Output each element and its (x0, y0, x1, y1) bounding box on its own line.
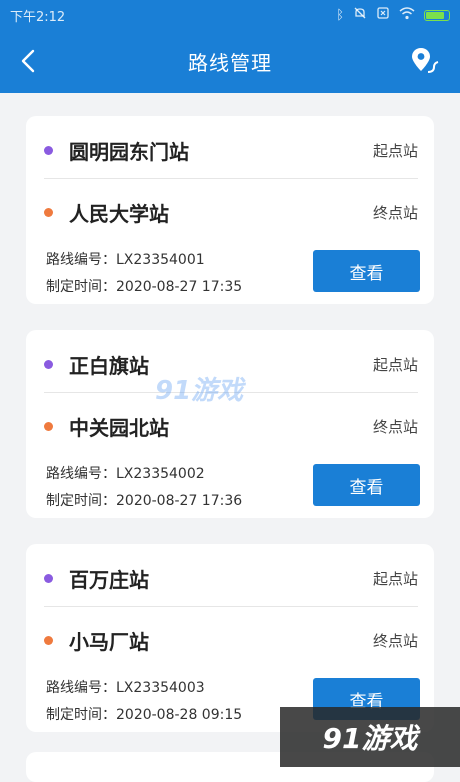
view-button[interactable]: 查看 (313, 464, 420, 506)
start-role-label: 起点站 (372, 355, 418, 374)
start-dot (44, 359, 53, 369)
start-station-name: 百万庄站 (69, 567, 149, 592)
end-station-name: 中关园北站 (69, 415, 169, 440)
page-title: 路线管理 (188, 51, 272, 75)
route-time: 制定时间：2020-08-27 17:35 (46, 279, 243, 295)
view-button[interactable]: 查看 (313, 250, 420, 292)
start-role-label: 起点站 (372, 569, 418, 588)
start-dot (44, 573, 53, 583)
status-icons: ᛒ (336, 6, 450, 24)
end-dot (44, 207, 53, 217)
end-role-label: 终点站 (372, 203, 418, 222)
mute-icon (353, 6, 367, 24)
end-station-name: 人民大学站 (69, 201, 169, 226)
watermark-text: 91游戏 (155, 376, 244, 406)
route-location-icon[interactable] (410, 46, 440, 76)
watermark-corner-text: 91游戏 (322, 722, 418, 755)
start-station-row: 圆明园东门站 起点站 (44, 135, 418, 165)
end-station-row: 小马厂站 终点站 (44, 625, 418, 655)
chevron-left-icon[interactable] (14, 46, 42, 76)
route-code: 路线编号：LX23354003 (46, 680, 205, 696)
start-role-label: 起点站 (372, 141, 418, 160)
route-time: 制定时间：2020-08-27 17:36 (46, 493, 243, 509)
end-station-name: 小马厂站 (69, 629, 149, 654)
start-station-name: 圆明园东门站 (69, 139, 189, 164)
sim-icon (376, 6, 390, 24)
wifi-icon (399, 6, 415, 24)
route-time: 制定时间：2020-08-28 09:15 (46, 707, 243, 723)
end-station-row: 人民大学站 终点站 (44, 197, 418, 227)
nav-bar: 路线管理 (0, 30, 460, 93)
route-code: 路线编号：LX23354002 (46, 466, 205, 482)
watermark: 91游戏 (155, 370, 243, 407)
watermark-corner: 91游戏 (280, 707, 460, 767)
route-card: 圆明园东门站 起点站 人民大学站 终点站 路线编号：LX23354001 制定时… (26, 116, 434, 304)
bluetooth-icon: ᛒ (336, 7, 344, 23)
end-role-label: 终点站 (372, 417, 418, 436)
start-dot (44, 145, 53, 155)
route-code: 路线编号：LX23354001 (46, 252, 205, 268)
divider (44, 178, 418, 179)
divider (44, 606, 418, 607)
start-station-row: 百万庄站 起点站 (44, 563, 418, 593)
end-dot (44, 421, 53, 431)
battery-icon (424, 9, 450, 21)
route-card: 正白旗站 起点站 中关园北站 终点站 路线编号：LX23354002 制定时间：… (26, 330, 434, 518)
status-bar: 下午2:12 ᛒ (0, 0, 460, 30)
status-time: 下午2:12 (10, 9, 66, 25)
route-card: 百万庄站 起点站 小马厂站 终点站 路线编号：LX23354003 制定时间：2… (26, 544, 434, 732)
end-station-row: 中关园北站 终点站 (44, 411, 418, 441)
end-dot (44, 635, 53, 645)
app-header: 下午2:12 ᛒ 路线管理 (0, 0, 460, 93)
end-role-label: 终点站 (372, 631, 418, 650)
